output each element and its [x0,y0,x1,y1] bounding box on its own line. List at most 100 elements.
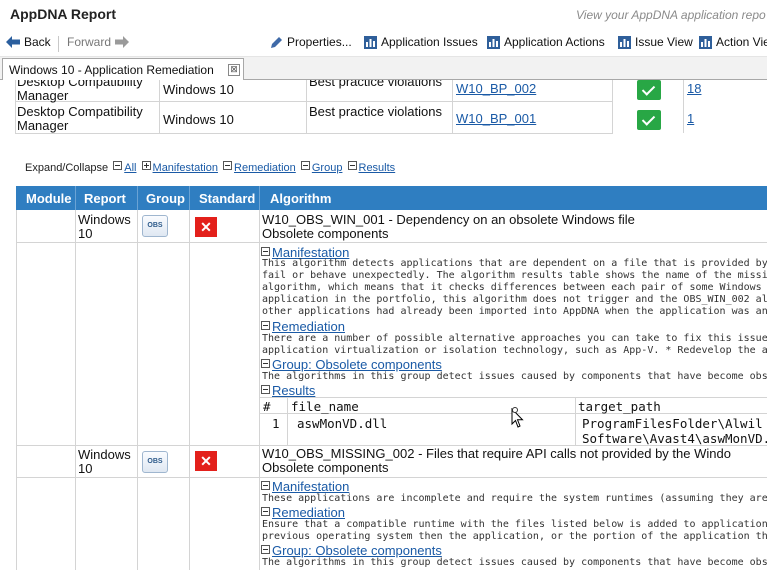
algorithm-title: W10_OBS_WIN_001 - Dependency on an obsol… [262,212,635,227]
os-cell: Windows 10 [163,82,234,97]
issue-view-button[interactable]: Issue View [618,35,693,49]
action-view-button[interactable]: Action Vie [699,35,767,49]
expand-icon[interactable] [141,161,151,170]
toolbar: Back Forward Properties... Application I… [0,30,767,57]
remediation-text-line: application virtualization or isolation … [262,345,767,356]
results-row-num: 1 [272,416,280,431]
report-cell: Windows 10 [78,212,131,241]
algorithm-link-w10-bp-001[interactable]: W10_BP_001 [456,112,536,126]
count-link[interactable]: 18 [687,82,701,96]
application-actions-button[interactable]: Application Actions [487,35,605,49]
divider [612,80,613,133]
application-issues-button[interactable]: Application Issues [364,35,478,49]
divider [137,210,138,570]
os-cell: Windows 10 [163,112,234,127]
divider [16,210,17,570]
algorithm-subtitle: Obsolete components [262,460,389,475]
algorithm-table-header: Module Report Group Standard Algorithm [16,186,767,210]
divider [259,186,260,210]
column-header-module[interactable]: Module [26,191,72,206]
column-header-report[interactable]: Report [84,191,126,206]
close-tab-icon[interactable]: ⊠ [228,64,240,76]
expand-collapse-bar: Expand/Collapse All Manifestation Remedi… [25,161,396,174]
remediation-text-line: previous operating system then the appli… [262,531,767,542]
expand-all-link[interactable]: All [124,162,136,174]
collapse-icon[interactable] [113,161,123,170]
divider [189,210,190,570]
collapse-icon [261,507,270,516]
group-text-line: The algorithms in this group detect issu… [262,557,767,568]
pass-check-icon [637,110,661,130]
collapse-icon [261,545,270,554]
back-button[interactable]: Back [6,35,51,49]
divider [189,186,190,210]
divider [15,80,16,133]
expand-remediation-link[interactable]: Remediation [234,162,296,174]
toolbar-separator [58,36,59,52]
divider [259,210,260,570]
search-box-hint[interactable]: View your AppDNA application repo [576,8,766,22]
divider [16,477,767,478]
back-arrow-icon [6,36,20,48]
manifestation-text-line: These applications are incomplete and re… [262,493,767,504]
pencil-icon [271,36,282,48]
manifestation-text-line: application in the portfolio, this algor… [262,294,767,305]
divider [75,210,76,570]
divider [306,80,307,133]
cursor-hotspot [512,407,518,413]
results-header-num: # [263,399,271,414]
bar-chart-icon [487,35,500,49]
divider [287,397,288,445]
document-tab-strip: Windows 10 - Application Remediation ⊠ [0,57,767,80]
algorithm-link-w10-bp-002[interactable]: W10_BP_002 [456,82,536,96]
results-row-target-path: Software\Avast4\aswMonVD.c [582,431,767,446]
divider [259,397,767,398]
divider [683,80,684,133]
remediation-text-line: Ensure that a compatible runtime with th… [262,519,767,530]
report-name-cell: Desktop Compatibility Manager [17,104,143,133]
collapse-icon [261,481,270,490]
tab-label: Windows 10 - Application Remediation [9,63,214,77]
column-header-algorithm[interactable]: Algorithm [270,191,331,206]
collapse-icon[interactable] [223,161,233,170]
column-header-group[interactable]: Group [146,191,185,206]
collapse-icon [261,321,270,330]
group-text-line: The algorithms in this group detect issu… [262,371,767,382]
app-title: AppDNA Report [10,6,117,22]
collapse-icon[interactable] [300,161,310,170]
bar-chart-icon [364,35,377,49]
obs-group-icon: OBS [142,451,168,473]
results-header-file-name: file_name [291,399,359,414]
expand-manifestation-link[interactable]: Manifestation [153,162,218,174]
results-row-file-name: aswMonVD.dll [297,416,388,431]
expand-group-link[interactable]: Group [312,162,343,174]
algorithm-title: W10_OBS_MISSING_002 - Files that require… [262,446,731,461]
expand-results-link[interactable]: Results [359,162,396,174]
bar-chart-icon [699,35,712,49]
divider [16,242,767,243]
fail-x-icon: ✕ [195,451,217,471]
results-row-target-path: ProgramFilesFolder\Alwil [582,416,763,431]
count-link[interactable]: 1 [687,112,694,126]
divider [137,186,138,210]
collapse-icon[interactable] [347,161,357,170]
obs-group-icon: OBS [142,215,168,237]
forward-button[interactable]: Forward [67,35,133,49]
collapse-icon [261,359,270,368]
divider [575,397,576,445]
pass-check-icon [637,80,661,100]
report-content: Desktop Compatibility Manager Windows 10… [0,80,767,570]
remediation-text-line: There are a number of possible alternati… [262,333,767,344]
tab-windows10-remediation[interactable]: Windows 10 - Application Remediation ⊠ [2,58,244,80]
divider [452,80,453,133]
column-header-standard[interactable]: Standard [199,191,255,206]
algorithm-subtitle: Obsolete components [262,226,389,241]
divider [15,133,613,134]
properties-button[interactable]: Properties... [270,35,352,49]
manifestation-text-line: algorithm, which means that it checks di… [262,282,767,293]
collapse-icon [261,385,270,394]
manifestation-text-line: fail or behave unexpectedly. The algorit… [262,270,767,281]
category-cell: Best practice violations [309,104,442,119]
forward-arrow-icon [115,36,130,48]
manifestation-text-line: other applications had already been impo… [262,306,767,317]
